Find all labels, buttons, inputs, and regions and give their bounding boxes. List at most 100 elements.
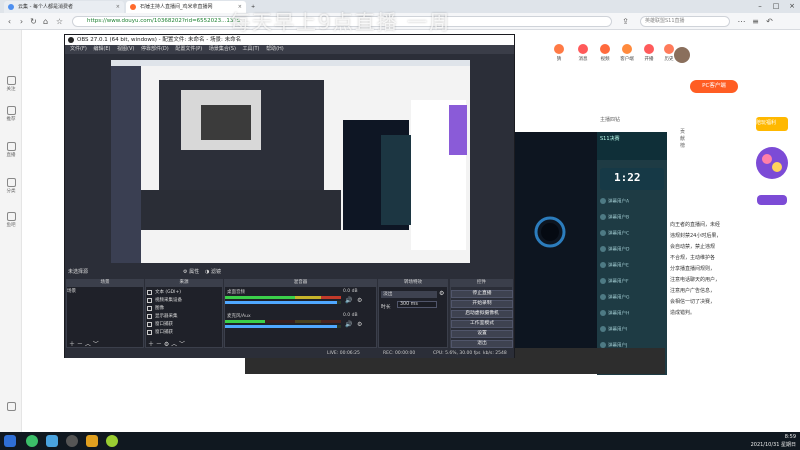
folder-taskbar-icon[interactable] xyxy=(46,435,58,447)
settings-button[interactable]: 设置 xyxy=(451,330,513,338)
left-nav-item-more[interactable] xyxy=(0,402,22,412)
left-nav-item-recommend[interactable]: 推荐 xyxy=(0,106,22,122)
browser-tab-1[interactable]: 云集 - 每个人都是消费者 × xyxy=(4,1,124,13)
studio-mode-button[interactable]: 工作室模式 xyxy=(451,320,513,328)
user-avatar[interactable] xyxy=(674,47,690,63)
source-item-display-capture[interactable]: 显示器采集 xyxy=(146,313,220,320)
obs-preview[interactable] xyxy=(111,60,470,263)
speaker-icon[interactable]: 🔊 xyxy=(345,297,352,304)
obs-taskbar-icon[interactable] xyxy=(66,435,78,447)
side-banner[interactable]: 陪玩福利 xyxy=(752,115,792,215)
left-nav-item-follow[interactable]: 关注 xyxy=(0,76,22,92)
obs-menu-file[interactable]: 文件(F) xyxy=(70,45,87,54)
speaker-icon[interactable]: 🔊 xyxy=(345,321,352,328)
image-source-icon xyxy=(147,306,152,311)
preview-nested-inner xyxy=(201,105,251,140)
left-nav-item-live[interactable]: 直播 xyxy=(0,142,22,158)
monitor-source-icon xyxy=(147,314,152,319)
video-player[interactable] xyxy=(512,132,598,360)
obs-menu-tools[interactable]: 工具(T) xyxy=(243,45,260,54)
volume-slider[interactable] xyxy=(225,301,341,304)
minimize-icon[interactable]: – xyxy=(752,0,768,13)
app2-taskbar-icon[interactable] xyxy=(106,435,118,447)
chat-message: 弹幕用户H xyxy=(600,310,664,318)
obs-menu-docks[interactable]: 停靠部件(D) xyxy=(141,45,169,54)
header-icon-broadcast[interactable]: 开播 xyxy=(638,44,660,62)
filters-button[interactable]: ◑ 滤镜 xyxy=(205,268,221,277)
browser-taskbar-icon[interactable] xyxy=(26,435,38,447)
gear-icon[interactable]: ⚙ xyxy=(357,321,362,328)
extensions-icon[interactable]: ⋯ xyxy=(736,16,747,27)
header-icon-client[interactable]: 客户端 xyxy=(616,44,638,62)
transition-settings-icon[interactable]: ⚙ xyxy=(439,290,444,297)
transition-select[interactable]: 淡出 xyxy=(381,291,437,298)
header-icon-video[interactable]: 视频 xyxy=(594,44,616,62)
forward-icon[interactable]: › xyxy=(16,16,27,27)
tab-favicon-icon xyxy=(8,4,14,10)
maximize-icon[interactable]: □ xyxy=(768,0,784,13)
start-recording-button[interactable]: 开始录制 xyxy=(451,300,513,308)
stop-streaming-button[interactable]: 停止直播 xyxy=(451,290,513,298)
preview-nested-docks xyxy=(141,190,341,230)
rec-status: REC: 00:00:00 xyxy=(383,351,416,356)
close-tab-icon[interactable]: × xyxy=(116,1,120,13)
volume-slider[interactable] xyxy=(225,325,341,328)
share-icon[interactable]: ⇪ xyxy=(620,16,631,27)
header-icon-guess[interactable]: 猜 xyxy=(548,44,570,62)
properties-button[interactable]: ⚙ 属性 xyxy=(183,268,199,277)
gear-icon[interactable]: ⚙ xyxy=(357,297,362,304)
source-item-window-capture-2[interactable]: 窗口捕获 xyxy=(146,329,220,336)
source-item-image[interactable]: 图像 xyxy=(146,305,220,312)
scene-toolbar[interactable]: ＋ － ︿ ﹀ xyxy=(69,339,99,348)
obs-logo-icon xyxy=(68,37,74,43)
mixer-channel-name: 桌面音频 xyxy=(227,290,245,295)
camera-source-icon xyxy=(147,298,152,303)
browser-tab-2[interactable]: 石锤主持人直播间_鸡米拿直播网 × xyxy=(126,1,246,13)
description-line: 分享播直播间规则， xyxy=(670,266,716,272)
pc-client-button[interactable]: PC客户端 xyxy=(690,80,738,93)
back-icon[interactable]: ‹ xyxy=(4,16,15,27)
app-taskbar-icon[interactable] xyxy=(86,435,98,447)
scene-item[interactable]: 场景 xyxy=(67,289,141,295)
tab-label: 石锤主持人直播间_鸡米拿直播网 xyxy=(140,4,213,10)
obs-menu-view[interactable]: 视图(V) xyxy=(117,45,134,54)
obs-window: OBS 27.0.1 (64 bit, windows) - 配置文件: 未命名… xyxy=(64,34,515,358)
left-nav-item-fishbar[interactable]: 鱼吧 xyxy=(0,212,22,228)
source-item-window-capture[interactable]: 窗口捕获 xyxy=(146,321,220,328)
header-icon-message[interactable]: 消息 xyxy=(572,44,594,62)
mixer-channel-desktop: 桌面音频 0.0 dB 🔊 ⚙ xyxy=(225,289,375,309)
room-tab-anchor[interactable]: 主播四钻 xyxy=(600,116,620,123)
obs-menu-scene-collection[interactable]: 场景集合(S) xyxy=(209,45,236,54)
obs-menu-help[interactable]: 帮助(H) xyxy=(266,45,284,54)
virtual-camera-button[interactable]: 启动虚拟摄像机 xyxy=(451,310,513,318)
start-menu-icon[interactable] xyxy=(4,435,16,447)
taskbar-clock[interactable]: 8:59 2021/10/31 星期日 xyxy=(736,433,796,449)
clock-time: 8:59 xyxy=(784,434,796,440)
description-line: 向王者的直播间，未经 xyxy=(670,222,721,228)
source-item-video-capture[interactable]: 视频采集设备 xyxy=(146,297,220,304)
source-toolbar[interactable]: ＋ － ⚙ ︿ ﹀ xyxy=(148,339,185,348)
obs-source-toolbar: 未选择源 ⚙ 属性 ◑ 滤镜 xyxy=(65,268,514,277)
sources-dock-header: 来源 xyxy=(145,279,223,286)
close-window-icon[interactable]: × xyxy=(784,0,800,13)
tab-label: 云集 - 每个人都是消费者 xyxy=(18,4,73,10)
room-tab-rank[interactable]: 贡献榜 xyxy=(680,128,685,149)
exit-button[interactable]: 退出 xyxy=(451,340,513,348)
undo-icon[interactable]: ↶ xyxy=(764,16,775,27)
source-item-text[interactable]: 文本 (GDI+) xyxy=(146,289,220,296)
duration-label: 时长 xyxy=(381,305,391,310)
description-line: 造成错判。 xyxy=(670,310,696,316)
menu-icon[interactable]: ≡ xyxy=(750,16,761,27)
chat-message: 弹幕用户D xyxy=(600,246,664,254)
obs-menu-profile[interactable]: 配置文件(P) xyxy=(175,45,202,54)
refresh-icon[interactable]: ↻ xyxy=(28,16,39,27)
search-input[interactable]: 英雄联盟S11直播 xyxy=(640,16,730,27)
chat-message: 弹幕用户G xyxy=(600,294,664,302)
left-nav-item-category[interactable]: 分类 xyxy=(0,178,22,194)
bookmark-star-icon[interactable]: ☆ xyxy=(54,16,65,27)
home-icon[interactable]: ⌂ xyxy=(40,16,51,27)
preview-nested-chat xyxy=(381,135,411,225)
duration-input[interactable]: 300 ms xyxy=(397,301,437,308)
banner-visual xyxy=(756,117,788,205)
obs-menu-edit[interactable]: 编辑(E) xyxy=(93,45,110,54)
